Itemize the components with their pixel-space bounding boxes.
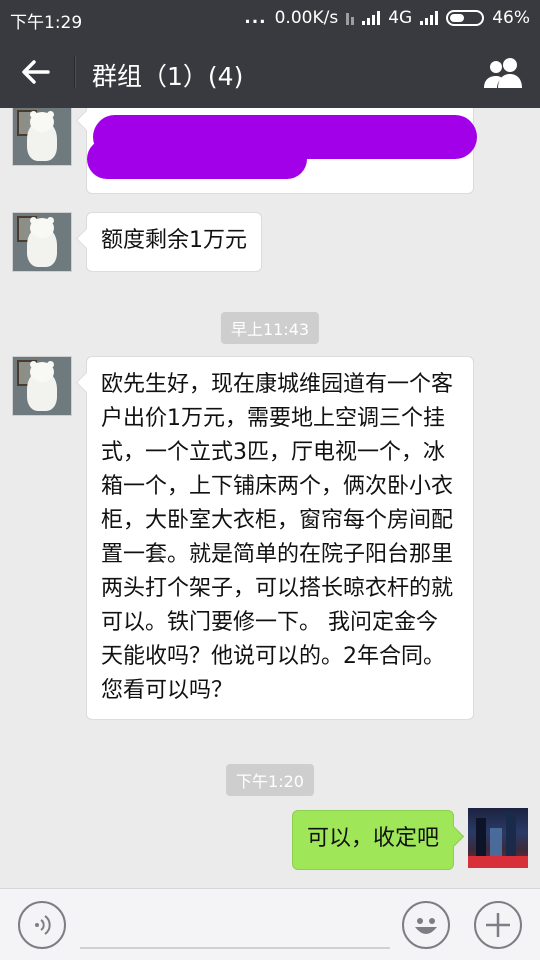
bear-head — [30, 112, 54, 132]
bear-head — [30, 362, 54, 382]
avatar-building — [490, 828, 502, 858]
my-message-bubble[interactable]: 可以，收定吧 — [291, 810, 454, 870]
voice-button[interactable] — [18, 901, 66, 949]
header-divider — [74, 56, 75, 88]
text-input[interactable] — [80, 947, 390, 949]
emoji-icon — [415, 918, 437, 934]
network-type: 4G — [388, 8, 413, 28]
group-members-icon[interactable] — [482, 54, 526, 90]
battery-level: 46% — [492, 8, 530, 28]
more-button[interactable] — [474, 901, 522, 949]
chat-header: 群组（1）(4) — [0, 36, 540, 108]
data-arrows-icon — [346, 11, 355, 25]
avatar-building — [476, 818, 486, 858]
status-dots: ... — [244, 8, 267, 28]
signal-icon — [362, 11, 381, 25]
timestamp: 下午1:20 — [226, 764, 314, 796]
status-time: 下午1:29 — [10, 13, 83, 33]
message-bubble[interactable]: 额度剩余1万元 — [86, 212, 262, 272]
plus-icon — [486, 913, 510, 937]
avatar[interactable] — [12, 108, 72, 166]
avatar-building — [506, 812, 516, 858]
back-arrow-icon[interactable] — [18, 54, 54, 90]
message-list[interactable]: 额度剩余1万元 早上11:43 欧先生好，现在康城维园道有一个客户出价1万元，需… — [0, 108, 540, 888]
message-bubble[interactable]: 欧先生好，现在康城维园道有一个客户出价1万元，需要地上空调三个挂式，一个立式3匹… — [86, 356, 474, 720]
message-bubble-redacted[interactable] — [86, 108, 477, 194]
signal-icon-2 — [420, 11, 439, 25]
chat-title: 群组（1）(4) — [92, 62, 244, 91]
voice-icon — [35, 915, 51, 935]
timestamp: 早上11:43 — [220, 312, 320, 344]
status-bar: 下午1:29 ... 0.00K/s 4G 46% — [0, 0, 540, 36]
avatar-road — [468, 856, 528, 868]
avatar[interactable] — [12, 212, 72, 272]
status-right: ... 0.00K/s 4G 46% — [244, 8, 530, 28]
redaction-mark — [87, 139, 307, 179]
my-avatar[interactable] — [468, 808, 528, 868]
network-speed: 0.00K/s — [274, 8, 339, 28]
bear-head — [30, 218, 54, 238]
input-bar — [0, 888, 540, 960]
battery-icon — [446, 10, 485, 26]
avatar[interactable] — [12, 356, 72, 416]
emoji-button[interactable] — [402, 901, 450, 949]
